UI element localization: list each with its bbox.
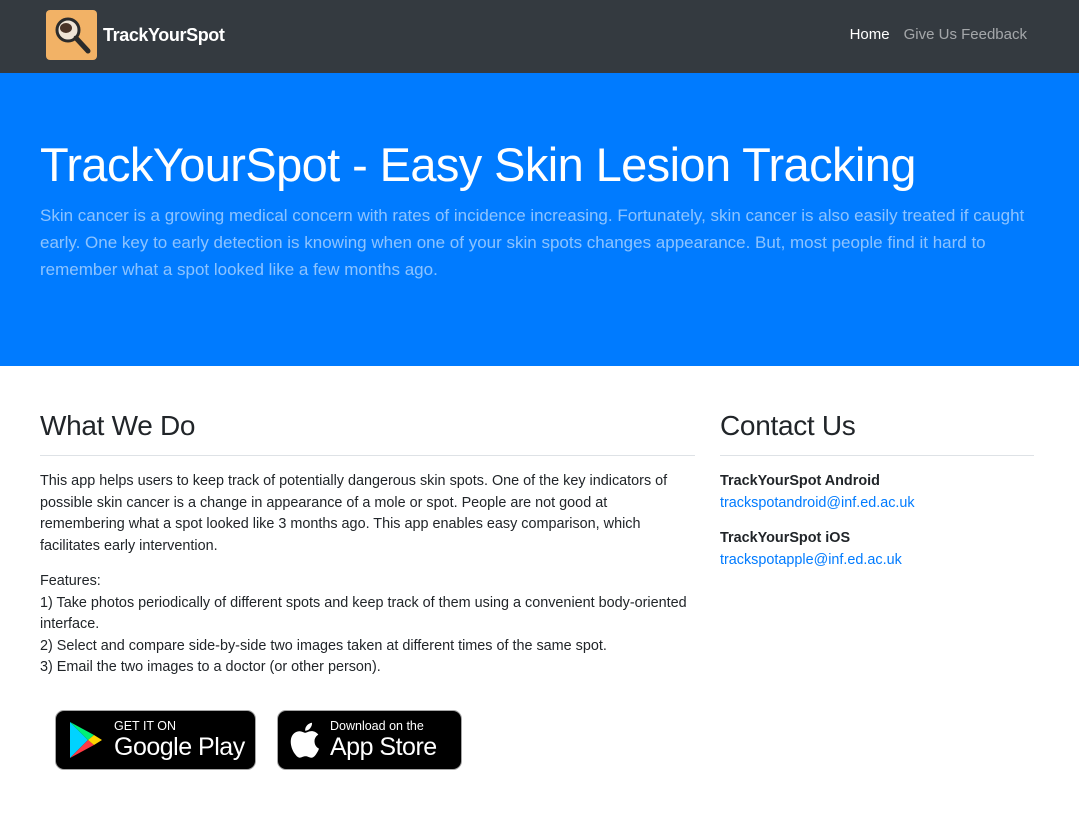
nav-feedback-link[interactable]: Give Us Feedback: [904, 26, 1027, 43]
contact-name: TrackYourSpot Android: [720, 473, 880, 489]
contact-email-link[interactable]: trackspotandroid@inf.ed.ac.uk: [720, 495, 915, 511]
google-play-badge[interactable]: GET IT ON Google Play: [55, 710, 256, 770]
nav-links: Home Give Us Feedback: [850, 26, 1027, 43]
contact-android: TrackYourSpot Android trackspotandroid@i…: [720, 471, 1034, 514]
google-play-small-text: GET IT ON: [114, 719, 177, 733]
nav-home-link[interactable]: Home: [850, 26, 890, 43]
feature-item: 2) Select and compare side-by-side two i…: [40, 637, 607, 654]
brand-name: TrackYourSpot: [103, 24, 225, 45]
app-store-small-text: Download on the: [330, 719, 424, 733]
google-play-icon: [68, 720, 104, 760]
what-we-do-intro: This app helps users to keep track of po…: [40, 473, 668, 554]
hero-description: Skin cancer is a growing medical concern…: [40, 206, 1025, 279]
features-list: Features: 1) Take photos periodically of…: [40, 571, 695, 679]
magnifier-logo-icon: [46, 10, 97, 60]
hero-jumbotron: TrackYourSpot - Easy Skin Lesion Trackin…: [0, 73, 1079, 366]
google-play-large-text: Google Play: [114, 733, 245, 761]
app-store-badge[interactable]: Download on the App Store: [277, 710, 462, 770]
features-label: Features:: [40, 573, 101, 589]
app-store-large-text: App Store: [330, 733, 437, 761]
contact-section: Contact Us TrackYourSpot Android tracksp…: [720, 410, 1034, 585]
contact-email-link[interactable]: trackspotapple@inf.ed.ac.uk: [720, 552, 902, 568]
feature-item: 1) Take photos periodically of different…: [40, 594, 687, 633]
contact-name: TrackYourSpot iOS: [720, 530, 851, 546]
store-badges: GET IT ON Google Play Download on the Ap…: [55, 710, 462, 770]
hero-title: TrackYourSpot - Easy Skin Lesion Trackin…: [40, 138, 916, 191]
contact-ios: TrackYourSpot iOS trackspotapple@inf.ed.…: [720, 528, 1034, 571]
what-we-do-heading: What We Do: [40, 410, 695, 456]
brand-link[interactable]: TrackYourSpot: [46, 10, 225, 60]
contact-heading: Contact Us: [720, 410, 1034, 456]
apple-icon: [290, 722, 320, 758]
navbar: TrackYourSpot Home Give Us Feedback: [0, 0, 1079, 73]
feature-item: 3) Email the two images to a doctor (or …: [40, 659, 381, 675]
what-we-do-section: What We Do This app helps users to keep …: [40, 410, 695, 679]
